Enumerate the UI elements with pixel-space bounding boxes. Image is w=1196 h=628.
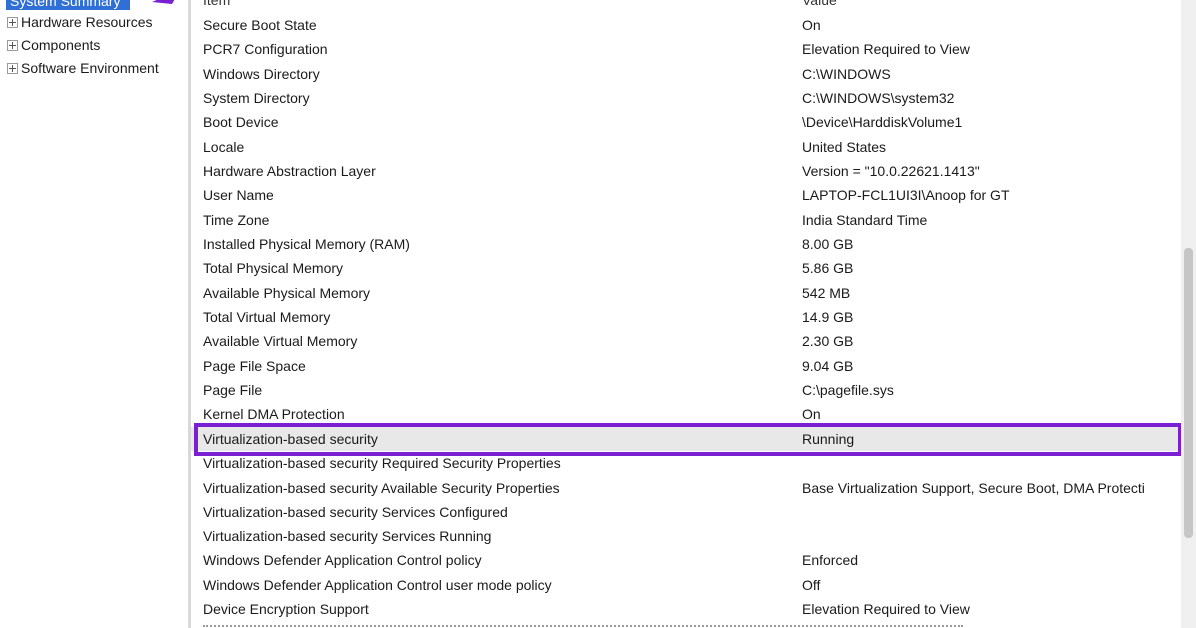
table-row[interactable]: Device Encryption Support Elevation Requi… bbox=[191, 597, 1181, 621]
table-row[interactable]: Windows Defender Application Control use… bbox=[191, 573, 1181, 597]
table-row[interactable]: User Name LAPTOP-FCL1UI3I\Anoop for GT bbox=[191, 183, 1181, 207]
row-value: C:\pagefile.sys bbox=[802, 382, 894, 398]
row-item: Time Zone bbox=[203, 212, 270, 228]
tree-item-hardware-resources[interactable]: Hardware Resources bbox=[0, 12, 153, 32]
row-item: Virtualization-based security Available … bbox=[203, 480, 560, 496]
row-item: Windows Defender Application Control use… bbox=[203, 577, 552, 593]
table-row[interactable]: Total Virtual Memory 14.9 GB bbox=[191, 305, 1181, 329]
table-row[interactable]: Available Physical Memory 542 MB bbox=[191, 281, 1181, 305]
row-item: Available Physical Memory bbox=[203, 285, 371, 301]
row-value: On bbox=[802, 17, 821, 33]
row-item: Installed Physical Memory (RAM) bbox=[203, 236, 410, 252]
row-value: 8.00 GB bbox=[802, 236, 854, 252]
table-row[interactable]: Locale United States bbox=[191, 135, 1181, 159]
row-value: Base Virtualization Support, Secure Boot… bbox=[802, 480, 1145, 496]
row-value: C:\WINDOWS bbox=[802, 66, 891, 82]
row-item: Virtualization-based security Services R… bbox=[203, 528, 492, 544]
table-row[interactable]: Windows Directory C:\WINDOWS bbox=[191, 62, 1181, 86]
row-value: United States bbox=[802, 139, 887, 155]
tree-item-label: Hardware Resources bbox=[21, 14, 153, 30]
row-item: System Directory bbox=[203, 90, 310, 106]
annotation-highlight-box bbox=[194, 423, 1182, 456]
row-item: Available Virtual Memory bbox=[203, 333, 358, 349]
row-value: \Device\HarddiskVolume1 bbox=[802, 114, 963, 130]
row-item: Hardware Abstraction Layer bbox=[203, 163, 376, 179]
row-value: India Standard Time bbox=[802, 212, 928, 228]
row-value: LAPTOP-FCL1UI3I\Anoop for GT bbox=[802, 187, 1010, 203]
row-item: PCR7 Configuration bbox=[203, 41, 328, 57]
tree-item-system-summary[interactable]: System Summary bbox=[6, 0, 130, 10]
row-value: 5.86 GB bbox=[802, 260, 854, 276]
details-list: Item Value Secure Boot State On PCR7 Conf… bbox=[191, 0, 1181, 628]
row-value: Version = "10.0.22621.1413" bbox=[802, 163, 980, 179]
row-value: On bbox=[802, 406, 821, 422]
table-row[interactable]: Virtualization-based security Services C… bbox=[191, 500, 1181, 524]
table-row[interactable]: Secure Boot State On bbox=[191, 13, 1181, 37]
table-row[interactable]: PCR7 Configuration Elevation Required to … bbox=[191, 37, 1181, 61]
table-row[interactable]: Boot Device \Device\HarddiskVolume1 bbox=[191, 110, 1181, 134]
column-header-item[interactable]: Item bbox=[203, 0, 230, 10]
row-item: Device Encryption Support bbox=[203, 601, 369, 617]
tree-item-label: Software Environment bbox=[21, 60, 159, 76]
row-item: Secure Boot State bbox=[203, 17, 317, 33]
table-row[interactable]: Windows Defender Application Control pol… bbox=[191, 548, 1181, 572]
row-value: 542 MB bbox=[802, 285, 851, 301]
expand-plus-icon[interactable] bbox=[7, 62, 18, 74]
expand-plus-icon[interactable] bbox=[7, 16, 18, 28]
row-value: Elevation Required to View bbox=[802, 601, 970, 617]
row-value: 14.9 GB bbox=[802, 309, 854, 325]
table-row[interactable]: Installed Physical Memory (RAM) 8.00 GB bbox=[191, 232, 1181, 256]
scrollbar-thumb[interactable] bbox=[1184, 248, 1193, 538]
annotation-arrow-icon bbox=[152, 0, 175, 4]
row-item: Windows Directory bbox=[203, 66, 320, 82]
row-value: Elevation Required to View bbox=[802, 41, 970, 57]
partially-visible-row bbox=[203, 620, 963, 628]
tree-item-components[interactable]: Components bbox=[0, 35, 100, 55]
row-item: Locale bbox=[203, 139, 245, 155]
row-value: C:\WINDOWS\system32 bbox=[802, 90, 955, 106]
row-item: Page File Space bbox=[203, 358, 306, 374]
table-row[interactable]: Time Zone India Standard Time bbox=[191, 208, 1181, 232]
tree-item-label: Components bbox=[21, 37, 101, 53]
table-row[interactable]: Virtualization-based security Services R… bbox=[191, 524, 1181, 548]
column-header-value[interactable]: Value bbox=[802, 0, 837, 10]
table-row[interactable]: System Directory C:\WINDOWS\system32 bbox=[191, 86, 1181, 110]
row-value: 9.04 GB bbox=[802, 358, 854, 374]
category-tree: System Summary Hardware Resources Compon… bbox=[0, 0, 188, 628]
row-item: Page File bbox=[203, 382, 263, 398]
row-value: Off bbox=[802, 577, 821, 593]
table-row[interactable]: Virtualization-based security Available … bbox=[191, 476, 1181, 500]
row-item: User Name bbox=[203, 187, 274, 203]
tree-item-software-environment[interactable]: Software Environment bbox=[0, 58, 159, 78]
row-value: 2.30 GB bbox=[802, 333, 854, 349]
vertical-scrollbar[interactable] bbox=[1181, 0, 1196, 628]
table-row[interactable]: Hardware Abstraction Layer Version = "10.… bbox=[191, 159, 1181, 183]
row-value: Enforced bbox=[802, 552, 859, 568]
row-item: Virtualization-based security Services C… bbox=[203, 504, 508, 520]
table-row[interactable]: Page File C:\pagefile.sys bbox=[191, 378, 1181, 402]
row-item: Total Physical Memory bbox=[203, 260, 344, 276]
expand-plus-icon[interactable] bbox=[7, 39, 18, 51]
row-item: Boot Device bbox=[203, 114, 279, 130]
table-row[interactable]: Available Virtual Memory 2.30 GB bbox=[191, 329, 1181, 353]
table-row[interactable]: Total Physical Memory 5.86 GB bbox=[191, 256, 1181, 280]
table-row[interactable]: Page File Space 9.04 GB bbox=[191, 354, 1181, 378]
row-item: Windows Defender Application Control pol… bbox=[203, 552, 482, 568]
row-item: Total Virtual Memory bbox=[203, 309, 331, 325]
row-item: Kernel DMA Protection bbox=[203, 406, 345, 422]
row-item: Virtualization-based security Required S… bbox=[203, 455, 561, 471]
